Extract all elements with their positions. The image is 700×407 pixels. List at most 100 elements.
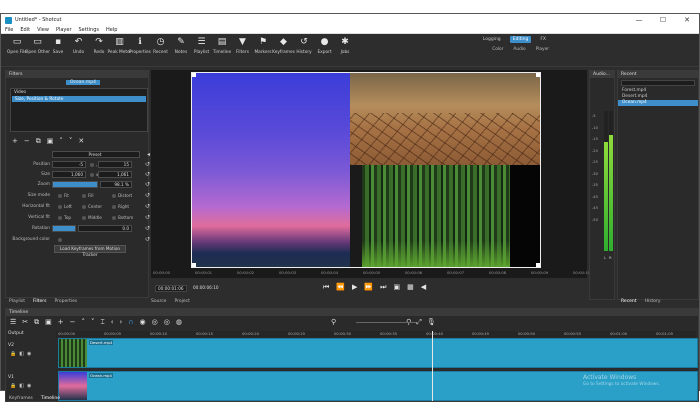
- zoom-reset-icon[interactable]: ↺: [145, 181, 150, 188]
- composite-icon[interactable]: ◧: [19, 351, 24, 357]
- tab-project[interactable]: Project: [174, 299, 189, 304]
- vertical-top-radio[interactable]: Top: [58, 215, 71, 220]
- position-y-input[interactable]: 15: [98, 161, 132, 168]
- menu-help[interactable]: Help: [106, 27, 117, 33]
- zoom-input[interactable]: 98.1 %: [100, 181, 132, 188]
- tab-source[interactable]: Source: [151, 299, 166, 304]
- tab-history[interactable]: History: [645, 299, 661, 304]
- ripple-markers-icon[interactable]: ◍: [176, 318, 182, 327]
- zoom-slider[interactable]: [356, 322, 416, 323]
- horizontal-left-radio[interactable]: Left: [58, 204, 72, 209]
- vertical-bottom-radio[interactable]: Bottom: [112, 215, 133, 220]
- add-filter-button[interactable]: +: [12, 137, 18, 146]
- split-icon[interactable]: ⌶: [101, 318, 105, 327]
- rewind-button[interactable]: ⏪: [336, 283, 345, 292]
- play-button[interactable]: ▶: [352, 283, 357, 292]
- marker-next-icon[interactable]: ›: [120, 318, 123, 327]
- paste-filter-button[interactable]: ▣: [47, 137, 54, 146]
- lock-icon[interactable]: 🔒: [10, 383, 16, 389]
- menu-view[interactable]: View: [37, 27, 49, 33]
- resize-handle-tl[interactable]: [192, 73, 196, 77]
- tab-properties[interactable]: Properties: [55, 299, 78, 304]
- size-mode-fill-radio[interactable]: Fill: [82, 193, 94, 198]
- vertical-middle-radio[interactable]: Middle: [82, 215, 102, 220]
- menu-player[interactable]: Player: [56, 27, 72, 33]
- video-preview[interactable]: [191, 72, 541, 268]
- menu-settings[interactable]: Settings: [79, 27, 100, 33]
- tab-filters[interactable]: Filters: [33, 299, 47, 304]
- rotation-input[interactable]: 0.0: [78, 225, 132, 232]
- append-icon[interactable]: +: [58, 318, 64, 327]
- visibility-icon[interactable]: ◉: [27, 383, 31, 389]
- current-timecode[interactable]: 00:00:01:06: [155, 285, 187, 292]
- overwrite-icon[interactable]: ˅: [91, 318, 95, 327]
- filter-list[interactable]: Video Size, Position & Rotate: [10, 88, 148, 132]
- rotation-slider[interactable]: [52, 225, 76, 232]
- timeline-playhead[interactable]: [432, 331, 433, 401]
- zoom-fit-icon[interactable]: ⤢: [416, 318, 422, 327]
- background-color-swatch[interactable]: [58, 237, 64, 242]
- zoom-slider[interactable]: [52, 181, 98, 188]
- layout-logging[interactable]: Logging: [480, 36, 504, 43]
- position-reset-icon[interactable]: ↺: [145, 161, 150, 168]
- preset-save-icon[interactable]: ◂: [147, 151, 150, 158]
- fast-forward-button[interactable]: ⏩: [364, 283, 373, 292]
- scrub-icon[interactable]: ◉: [139, 318, 145, 327]
- background-color-reset-icon[interactable]: ↺: [145, 236, 150, 243]
- lift-icon[interactable]: ˄: [82, 318, 86, 327]
- timeline-menu-icon[interactable]: ☰: [10, 318, 16, 327]
- remove-filter-button[interactable]: −: [24, 137, 30, 146]
- tab-timeline[interactable]: Timeline: [41, 396, 60, 401]
- move-up-button[interactable]: ˄: [59, 137, 63, 146]
- toolbar-jobs-button[interactable]: ✱ Jobs: [331, 37, 359, 55]
- cut-icon[interactable]: ✂: [22, 318, 28, 327]
- visibility-icon[interactable]: ◉: [27, 351, 31, 357]
- tab-keyframes[interactable]: Keyframes: [9, 396, 33, 401]
- size-mode-fit-radio[interactable]: Fit: [58, 193, 69, 198]
- layout-player[interactable]: Player: [536, 47, 549, 52]
- menu-edit[interactable]: Edit: [20, 27, 30, 33]
- lock-icon[interactable]: 🔒: [10, 351, 16, 357]
- resize-handle-tr[interactable]: [536, 73, 540, 77]
- grid-button[interactable]: ▦: [407, 283, 414, 292]
- horizontal-reset-icon[interactable]: ↺: [145, 203, 150, 210]
- layout-audio[interactable]: Audio: [513, 47, 525, 52]
- size-mode-distort-radio[interactable]: Distort: [112, 193, 132, 198]
- recent-item-selected[interactable]: Ocean.mp4: [618, 100, 698, 106]
- layout-editing[interactable]: Editing: [509, 36, 532, 43]
- tab-playlist[interactable]: Playlist: [9, 299, 25, 304]
- composite-icon[interactable]: ◧: [19, 383, 24, 389]
- minimize-button[interactable]: —: [627, 14, 651, 26]
- timeline-clip-v2[interactable]: Desert.mp4: [58, 338, 698, 368]
- marker-prev-icon[interactable]: ‹: [111, 318, 114, 327]
- load-motion-tracker-button[interactable]: Load Keyframes from Motion Tracker: [54, 245, 126, 257]
- copy-filter-button[interactable]: ⧉: [36, 137, 41, 146]
- layout-color[interactable]: Color: [492, 47, 503, 52]
- size-width-input[interactable]: 1,060: [52, 171, 86, 178]
- position-x-input[interactable]: -5: [52, 161, 86, 168]
- zoom-out-icon[interactable]: ⚲: [331, 318, 336, 327]
- copy-icon[interactable]: ⧉: [34, 318, 39, 327]
- volume-button[interactable]: ◀: [421, 283, 426, 292]
- snap-icon[interactable]: ∩: [128, 318, 133, 327]
- resize-handle-bl[interactable]: [192, 263, 196, 267]
- resize-handle-br[interactable]: [536, 263, 540, 267]
- filter-item-size-position-rotate[interactable]: Size, Position & Rotate: [12, 96, 146, 102]
- rotation-reset-icon[interactable]: ↺: [145, 225, 150, 232]
- ripple-all-icon[interactable]: ◎: [164, 318, 170, 327]
- horizontal-right-radio[interactable]: Right: [112, 204, 129, 209]
- move-down-button[interactable]: ˅: [69, 137, 73, 146]
- size-height-input[interactable]: 1,061: [98, 171, 132, 178]
- viewer-ruler[interactable]: 00:00:00 00:00:01 00:00:02 00:00:03 00:00:04…: [153, 270, 590, 276]
- timeline-ruler[interactable]: 00:00:00 00:00:05 00:00:10 00:00:15 00:00:20…: [56, 331, 696, 337]
- vertical-reset-icon[interactable]: ↺: [145, 214, 150, 221]
- deselect-filter-button[interactable]: ✕: [78, 137, 84, 146]
- remove-icon[interactable]: −: [70, 318, 76, 327]
- skip-next-button[interactable]: ⏭: [380, 283, 386, 292]
- close-button[interactable]: ✕: [675, 14, 699, 26]
- horizontal-center-radio[interactable]: Center: [82, 204, 102, 209]
- size-reset-icon[interactable]: ↺: [145, 171, 150, 178]
- size-mode-reset-icon[interactable]: ↺: [145, 192, 150, 199]
- menu-file[interactable]: File: [5, 27, 13, 33]
- tab-recent[interactable]: Recent: [621, 299, 637, 304]
